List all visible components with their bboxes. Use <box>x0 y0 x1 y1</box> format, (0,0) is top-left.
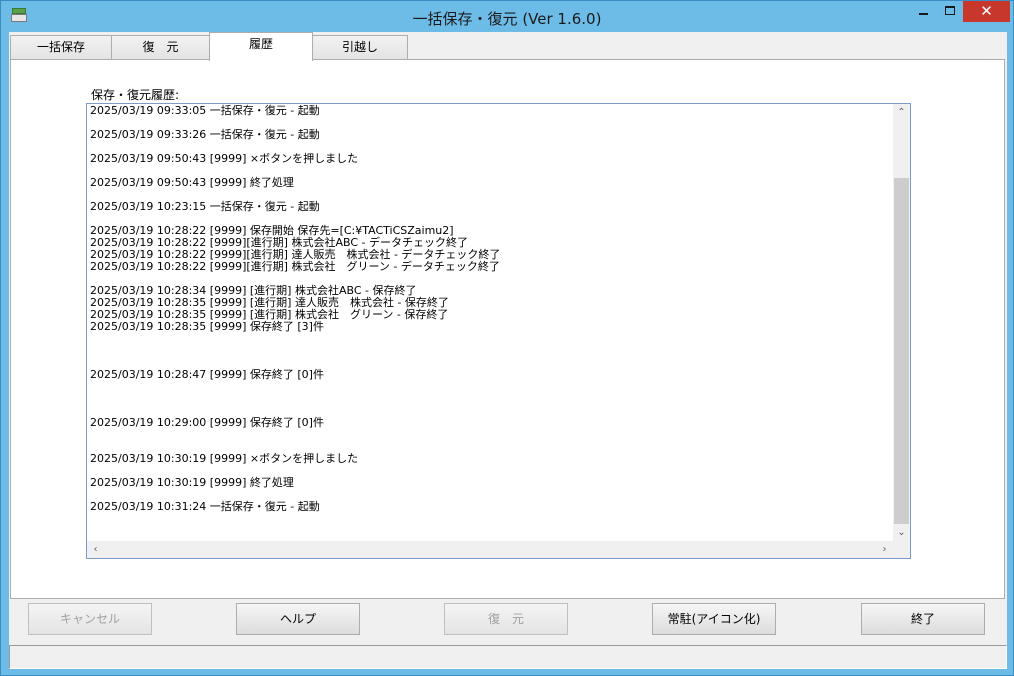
tab-bar: 一括保存 復 元 履歴 引越し <box>9 32 1007 61</box>
horizontal-scrollbar[interactable]: ‹ › <box>87 541 893 558</box>
log-line: 2025/03/19 10:28:22 [9999][進行期] 株式会社 グリー… <box>90 260 500 273</box>
history-panel: 保存・復元履歴: 2025/03/19 09:33:05 一括保存・復元 - 起… <box>10 59 1005 599</box>
client-area: 一括保存 復 元 履歴 引越し 保存・復元履歴: 2025/03/19 09:3… <box>9 32 1007 669</box>
maximize-icon <box>945 6 955 15</box>
restore-button[interactable]: 復 元 <box>444 603 568 635</box>
window-title: 一括保存・復元 (Ver 1.6.0) <box>412 10 602 28</box>
log-line: 2025/03/19 10:30:19 [9999] 終了処理 <box>90 476 294 489</box>
log-line: 2025/03/19 10:30:19 [9999] ×ボタンを押しました <box>90 452 359 465</box>
history-label: 保存・復元履歴: <box>91 88 180 102</box>
title-bar[interactable]: 一括保存・復元 (Ver 1.6.0) ✕ <box>1 1 1013 32</box>
log-line: 2025/03/19 10:28:47 [9999] 保存終了 [0]件 <box>90 368 324 381</box>
resident-button[interactable]: 常駐(アイコン化) <box>652 603 776 635</box>
tab-bulk-save[interactable]: 一括保存 <box>10 35 112 60</box>
scrollbar-corner <box>893 541 910 558</box>
vertical-scrollbar[interactable]: ⌃ ⌄ <box>893 104 910 541</box>
log-line: 2025/03/19 10:28:35 [9999] 保存終了 [3]件 <box>90 320 324 333</box>
log-line: 2025/03/19 10:23:15 一括保存・復元 - 起動 <box>90 200 320 213</box>
exit-button[interactable]: 終了 <box>861 603 985 635</box>
vertical-scroll-thumb[interactable] <box>894 178 909 524</box>
scroll-down-icon[interactable]: ⌄ <box>893 524 910 541</box>
app-window: 一括保存・復元 (Ver 1.6.0) ✕ 一括保存 復 元 履歴 引越し 保存… <box>0 0 1014 676</box>
scroll-up-icon[interactable]: ⌃ <box>893 104 910 121</box>
minimize-button[interactable] <box>909 1 937 22</box>
log-line: 2025/03/19 09:33:05 一括保存・復元 - 起動 <box>90 104 320 117</box>
scroll-left-icon[interactable]: ‹ <box>87 541 104 558</box>
help-button[interactable]: ヘルプ <box>236 603 360 635</box>
history-log[interactable]: 2025/03/19 09:33:05 一括保存・復元 - 起動 2025/03/… <box>86 103 911 559</box>
log-line: 2025/03/19 09:33:26 一括保存・復元 - 起動 <box>90 128 320 141</box>
close-icon: ✕ <box>980 2 993 20</box>
history-lines: 2025/03/19 09:33:05 一括保存・復元 - 起動 2025/03/… <box>90 105 890 513</box>
tab-history[interactable]: 履歴 <box>209 32 313 61</box>
status-bar <box>9 645 1007 669</box>
scroll-right-icon[interactable]: › <box>876 541 893 558</box>
log-line: 2025/03/19 10:31:24 一括保存・復元 - 起動 <box>90 500 320 513</box>
log-line: 2025/03/19 09:50:43 [9999] 終了処理 <box>90 176 294 189</box>
close-button[interactable]: ✕ <box>963 1 1010 22</box>
tab-restore[interactable]: 復 元 <box>111 35 210 60</box>
cancel-button[interactable]: キャンセル <box>28 603 152 635</box>
tab-migration[interactable]: 引越し <box>312 35 408 60</box>
maximize-button[interactable] <box>936 1 964 22</box>
minimize-icon <box>918 13 928 15</box>
log-line: 2025/03/19 09:50:43 [9999] ×ボタンを押しました <box>90 152 359 165</box>
log-line: 2025/03/19 10:29:00 [9999] 保存終了 [0]件 <box>90 416 324 429</box>
